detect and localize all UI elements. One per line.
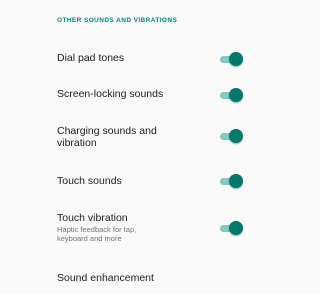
toggle-thumb [229,129,243,143]
setting-title-screen-locking-sounds: Screen-locking sounds [57,88,164,100]
setting-title-touch-vibration: Touch vibration [57,212,128,224]
setting-summary-touch-vibration-line1: Haptic feedback for tap, [57,225,137,234]
setting-summary-touch-vibration-line2: keyboard and more [57,234,122,243]
setting-touch-sounds[interactable]: Touch sounds [0,164,250,200]
touch-vibration-toggle[interactable] [220,221,244,235]
toggle-thumb [229,174,243,188]
toggle-thumb [229,221,243,235]
setting-dial-pad-tones[interactable]: Dial pad tones [0,40,250,76]
setting-title-touch-sounds: Touch sounds [57,175,122,187]
setting-title-dial-pad-tones: Dial pad tones [57,52,125,64]
setting-touch-vibration[interactable]: Touch vibration Haptic feedback for tap,… [0,204,250,252]
setting-title-charging-line1: Charging sounds and [57,125,157,137]
setting-charging-sounds-and-vibration[interactable]: Charging sounds and vibration [0,118,250,158]
setting-sound-enhancement[interactable]: Sound enhancement [0,262,250,292]
section-header: OTHER SOUNDS AND VIBRATIONS [57,17,178,24]
charging-sounds-toggle[interactable] [220,129,244,143]
screen-locking-sounds-toggle[interactable] [220,88,244,102]
toggle-thumb [229,88,243,102]
dial-pad-tones-toggle[interactable] [220,52,244,66]
setting-screen-locking-sounds[interactable]: Screen-locking sounds [0,78,250,114]
touch-sounds-toggle[interactable] [220,174,244,188]
setting-title-sound-enhancement: Sound enhancement [57,272,154,284]
setting-title-charging-line2: vibration [57,137,97,149]
toggle-thumb [229,52,243,66]
